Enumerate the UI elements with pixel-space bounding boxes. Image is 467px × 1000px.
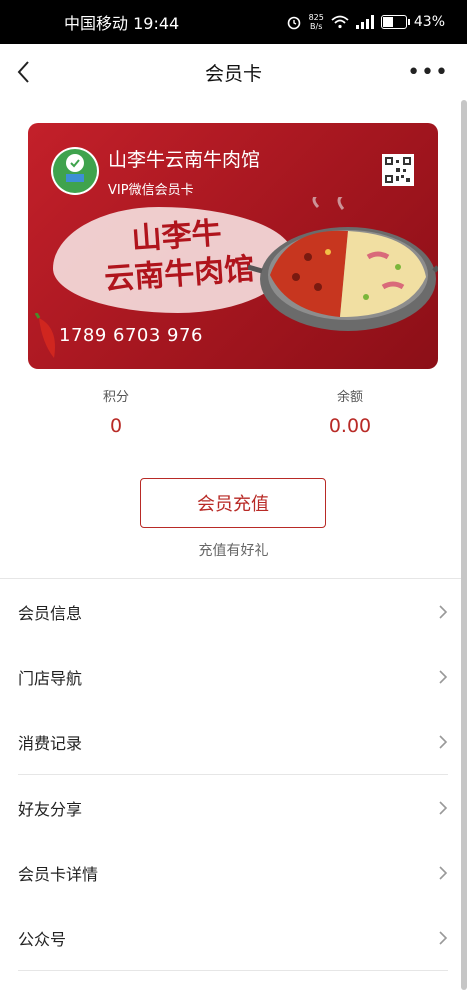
menu-item-label: 消费记录 xyxy=(18,734,83,753)
net-speed-unit: B/s xyxy=(310,22,323,31)
recharge-button[interactable]: 会员充值 xyxy=(140,478,326,528)
balance-label: 余额 xyxy=(336,390,363,405)
menu-item-official-account[interactable]: 公众号 xyxy=(18,906,448,970)
balance-value: 0.00 xyxy=(328,415,372,437)
scrollbar[interactable] xyxy=(461,100,467,990)
chevron-right-icon xyxy=(439,801,448,815)
alarm-icon xyxy=(287,16,300,30)
points-stat[interactable]: 积分 0 xyxy=(56,386,176,437)
points-value: 0 xyxy=(109,415,123,437)
chevron-right-icon xyxy=(439,605,448,619)
chevron-right-icon xyxy=(439,931,448,945)
more-icon[interactable]: ••• xyxy=(407,60,449,85)
balance-stat[interactable]: 余额 0.00 xyxy=(290,386,410,437)
battery-percent: 43% xyxy=(413,14,445,30)
menu-item-label: 会员信息 xyxy=(18,604,83,623)
card-number: 1789 6703 976 xyxy=(59,325,203,346)
signal-icon xyxy=(355,15,374,29)
menu-item-label: 好友分享 xyxy=(18,800,83,819)
recharge-hint: 充值有好礼 xyxy=(198,543,269,559)
status-icons: 825 B/s 43% xyxy=(286,13,445,31)
menu-item-consumption-records[interactable]: 消费记录 xyxy=(18,710,448,774)
status-bar: 中国移动 19:44 825 B/s 43% xyxy=(0,0,467,44)
menu-divider xyxy=(18,970,448,971)
chevron-right-icon xyxy=(439,670,448,684)
member-stats: 积分 0 余额 0.00 xyxy=(0,386,467,446)
chevron-right-icon xyxy=(439,866,448,880)
menu-item-store-navigation[interactable]: 门店导航 xyxy=(18,645,448,709)
logo-icon xyxy=(66,154,84,182)
net-speed: 825 B/s xyxy=(309,13,324,31)
qr-code-icon[interactable] xyxy=(382,154,414,186)
back-icon[interactable] xyxy=(12,58,36,86)
net-speed-value: 825 xyxy=(308,13,324,22)
section-divider xyxy=(0,578,467,579)
nav-bar: 会员卡 ••• xyxy=(0,44,467,100)
carrier-time: 中国移动 19:44 xyxy=(64,14,180,33)
hotpot-image xyxy=(248,197,438,331)
page-title: 会员卡 xyxy=(204,62,262,85)
menu-item-member-info[interactable]: 会员信息 xyxy=(18,580,448,644)
menu-item-label: 门店导航 xyxy=(18,669,83,688)
wifi-icon xyxy=(331,15,349,29)
battery-icon xyxy=(380,15,410,29)
chevron-right-icon xyxy=(439,735,448,749)
menu-item-label: 会员卡详情 xyxy=(18,865,99,884)
menu-item-label: 公众号 xyxy=(18,930,67,949)
shop-name: 山李牛云南牛肉馆 xyxy=(108,149,261,171)
member-card[interactable]: 山李牛云南牛肉馆 VIP微信会员卡 山李牛 云南牛肉馆 1789 6703 97… xyxy=(28,123,438,369)
points-label: 积分 xyxy=(102,390,129,405)
menu-item-share-friends[interactable]: 好友分享 xyxy=(18,776,448,840)
menu-divider xyxy=(18,774,448,775)
shop-logo xyxy=(51,147,99,195)
card-type: VIP微信会员卡 xyxy=(108,183,194,198)
menu-item-card-details[interactable]: 会员卡详情 xyxy=(18,841,448,905)
